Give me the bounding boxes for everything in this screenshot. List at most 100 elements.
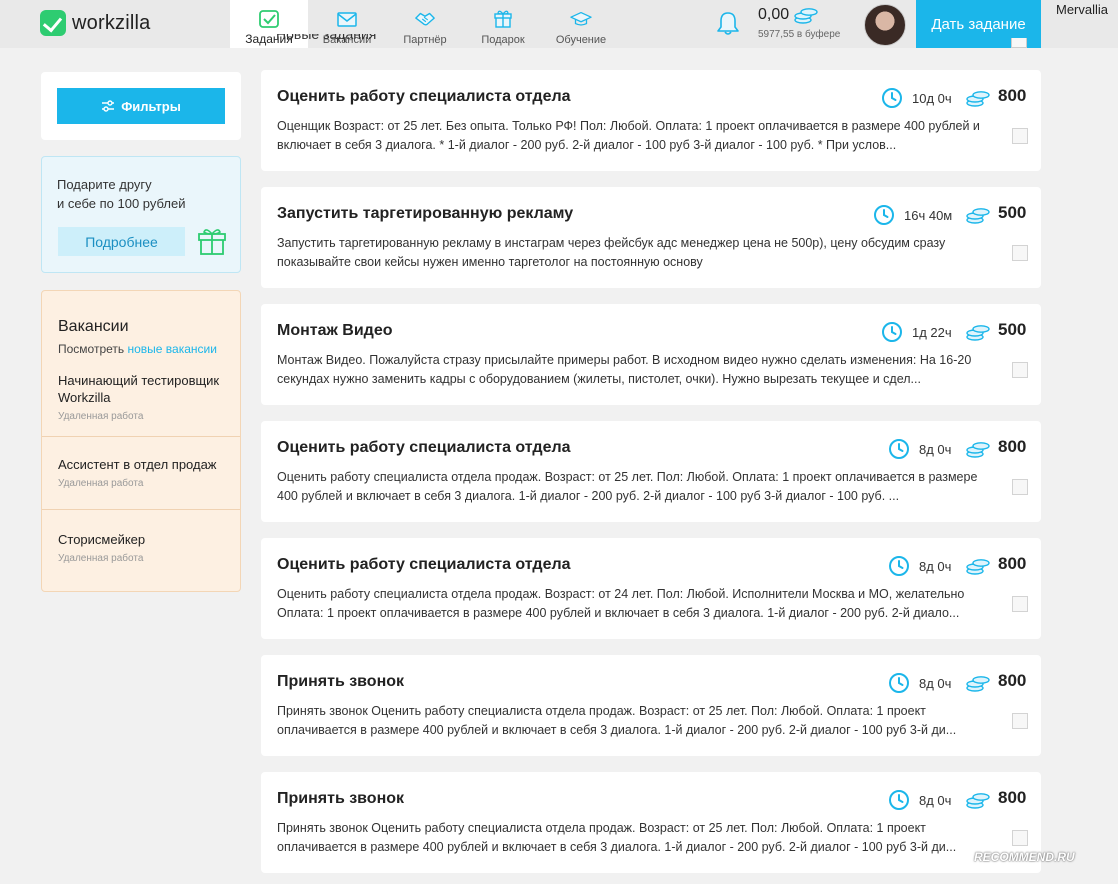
clock-icon [888,438,910,460]
balance[interactable]: 0,00 5977,55 в буфере [758,6,840,40]
new-vacancies-link[interactable]: новые вакансии [128,342,217,356]
task-checkbox[interactable] [1012,713,1028,729]
nav-tab-partner[interactable]: Партнёр [386,0,464,48]
task-deadline: 10д 0ч [881,87,952,109]
task-time-left: 8д 0ч [919,792,952,808]
task-card[interactable]: Оценить работу специалиста отдела 8д 0ч 80… [261,538,1041,639]
task-description: Оценщик Возраст: от 25 лет. Без опыта. Т… [277,119,980,152]
task-card[interactable]: Принять звонок 8д 0ч 800 Принять звонок Оце… [261,655,1041,756]
task-time-left: 1д 22ч [912,324,952,340]
logo-check-icon [40,10,66,36]
coins-icon [793,6,819,24]
tasks-header-label: Новые задания [276,34,377,42]
vacancies-subtitle: Посмотреть новые вакансии [58,342,217,356]
avatar[interactable] [864,4,906,46]
coins-icon [965,674,991,692]
select-all-checkbox[interactable] [1011,38,1027,48]
task-title[interactable]: Принять звонок [277,790,404,808]
divider [42,509,240,510]
nav-tab-label: Подарок [481,34,525,46]
task-price: 800 [998,671,1027,690]
task-checkbox[interactable] [1012,128,1028,144]
task-price: 800 [998,788,1027,807]
task-checkbox[interactable] [1012,362,1028,378]
gift-box-icon [197,226,227,256]
task-deadline: 8д 0ч [888,438,951,460]
task-deadline: 16ч 40м [873,204,952,226]
sliders-icon [102,100,115,112]
task-deadline: 1д 22ч [881,321,952,343]
task-deadline: 8д 0ч [888,789,951,811]
task-price: 500 [998,203,1027,222]
nav-tab-label: Обучение [555,34,607,46]
task-card[interactable]: Оценить работу специалиста отдела 10д 0ч 8… [261,70,1041,171]
task-time-left: 8д 0ч [919,675,952,691]
task-checkbox[interactable] [1012,479,1028,495]
username: Mervallia [1056,2,1109,17]
more-details-button[interactable]: Подробнее [58,227,185,256]
coins-icon [965,89,991,107]
logo-text: workzilla [72,11,151,34]
nav-tab-learning[interactable]: Обучение [542,0,620,48]
coins-icon [965,791,991,809]
task-title[interactable]: Монтаж Видео [277,322,393,340]
task-title[interactable]: Оценить работу специалиста отдела [277,556,571,574]
task-description: Оценить работу специалиста отдела продаж… [277,587,965,620]
envelope-icon [336,10,358,28]
clock-icon [881,87,903,109]
vacancy-meta: Удаленная работа [58,411,144,422]
watermark: RECOMMEND.RU [974,850,1075,864]
task-time-left: 10д 0ч [912,90,952,106]
task-title[interactable]: Принять звонок [277,673,404,691]
task-time-left: 16ч 40м [904,207,953,223]
task-description: Запустить таргетированную рекламу в инст… [277,236,946,269]
clock-icon [888,555,910,577]
task-description: Монтаж Видео. Пожалуйста стразу присылай… [277,353,972,386]
handshake-icon [414,10,436,28]
vacancies-title: Вакансии [58,318,129,335]
vacancy-title: Ассистент в отдел продаж [58,457,217,472]
vacancy-title: Сторисмейкер [58,532,146,547]
task-description: Принять звонок Оценить работу специалист… [277,704,957,737]
task-checkbox[interactable] [1012,245,1028,261]
vacancies-panel: Вакансии Посмотреть новые вакансии Начин… [41,290,241,592]
vacancy-item[interactable]: Ассистент в отдел продаж Удаленная работ… [42,456,240,489]
tasks-check-icon [258,10,280,28]
task-price: 800 [998,437,1027,456]
logo[interactable]: workzilla [40,10,150,36]
vacancy-meta: Удаленная работа [58,478,144,489]
coins-icon [965,323,991,341]
vacancy-meta: Удаленная работа [58,553,144,564]
task-title[interactable]: Оценить работу специалиста отдела [277,88,571,106]
task-deadline: 8д 0ч [888,555,951,577]
filters-button-label: Фильтры [121,98,181,114]
vacancies-subtitle-prefix: Посмотреть [58,342,125,356]
referral-text: Подарите другу и себе по 100 рублей [57,175,227,213]
nav-tab-gift[interactable]: Подарок [464,0,542,48]
filters-button[interactable]: Фильтры [57,88,225,124]
task-title[interactable]: Запустить таргетированную рекламу [277,205,573,223]
task-checkbox[interactable] [1012,596,1028,612]
referral-panel: Подарите другу и себе по 100 рублей Подр… [41,156,241,273]
clock-icon [881,321,903,343]
vacancy-item[interactable]: Начинающий тестировщик Workzilla Удаленн… [42,372,240,422]
clock-icon [873,204,895,226]
vacancy-item[interactable]: Сторисмейкер Удаленная работа [42,531,240,564]
tasks-header: Новые задания [276,34,376,48]
gift-icon [492,10,514,28]
coins-icon [965,206,991,224]
task-description: Принять звонок Оценить работу специалист… [277,821,957,854]
task-time-left: 8д 0ч [919,558,952,574]
referral-line-2: и себе по 100 рублей [57,196,186,211]
coins-icon [965,440,991,458]
task-card[interactable]: Оценить работу специалиста отдела 8д 0ч 80… [261,421,1041,522]
task-checkbox[interactable] [1012,830,1028,846]
task-card[interactable]: Монтаж Видео 1д 22ч 500 Монтаж Видео. Пожал… [261,304,1041,405]
task-card[interactable]: Запустить таргетированную рекламу 16ч 40м… [261,187,1041,288]
task-card[interactable]: Принять звонок 8д 0ч 800 Принять звонок Оце… [261,772,1041,873]
nav-tab-label: Партнёр [403,34,447,46]
task-title[interactable]: Оценить работу специалиста отдела [277,439,571,457]
bell-icon[interactable] [716,10,740,36]
task-deadline: 8д 0ч [888,672,951,694]
divider [42,436,240,437]
